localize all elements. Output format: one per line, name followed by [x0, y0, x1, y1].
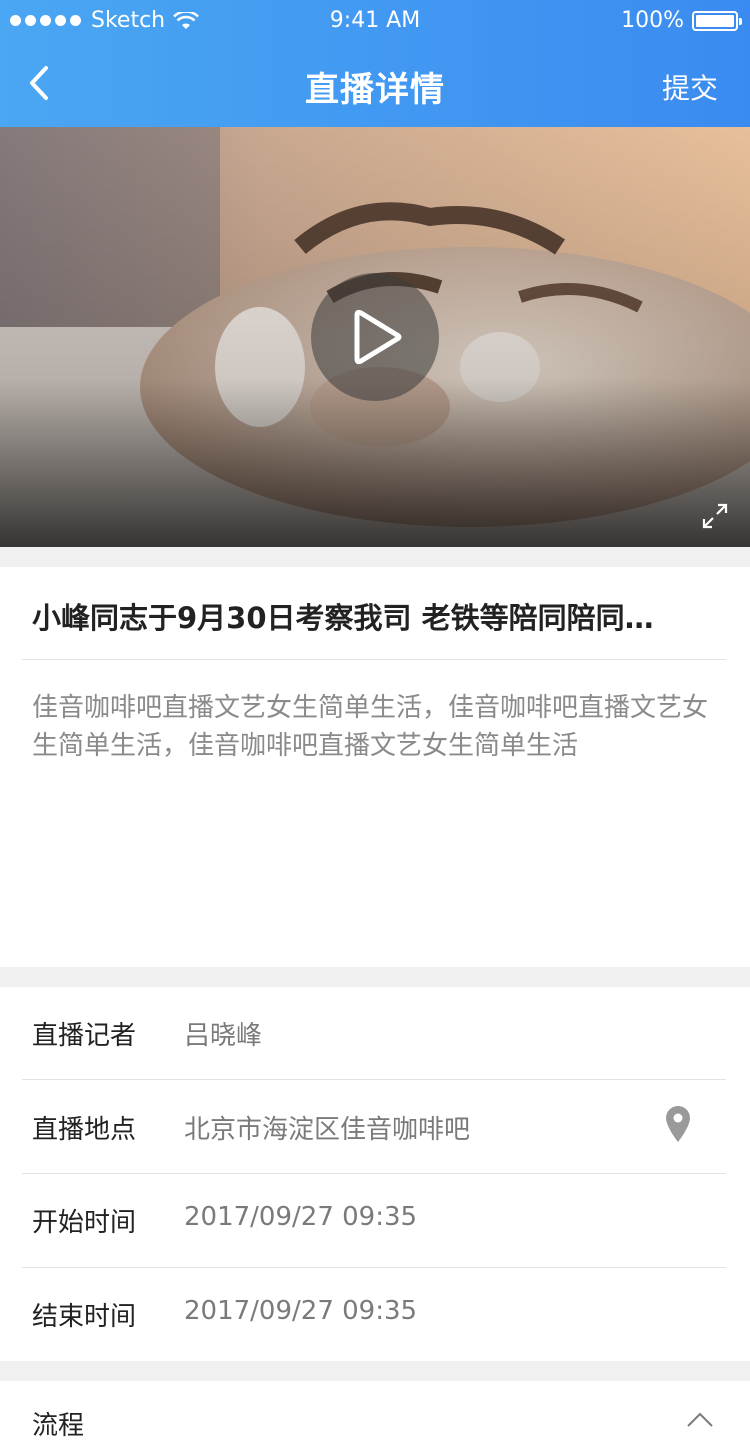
location-value: 北京市海淀区佳音咖啡吧 [184, 1115, 471, 1145]
process-label: 流程 [32, 1411, 85, 1441]
location-label: 直播地点 [32, 1115, 137, 1145]
reporter-value: 吕晓峰 [184, 1021, 263, 1051]
status-bar: Sketch 9:41 AM 100% [0, 0, 750, 40]
end-time-label: 结束时间 [32, 1302, 137, 1332]
header: Sketch 9:41 AM 100% 直播详情 提交 [0, 0, 750, 127]
start-time-label: 开始时间 [32, 1208, 137, 1238]
process-section[interactable]: 流程 [0, 1381, 750, 1446]
status-right: 100% [621, 8, 742, 33]
chevron-up-icon[interactable] [686, 1411, 714, 1429]
divider [22, 1079, 726, 1080]
play-icon [354, 309, 402, 365]
end-time-value: 2017/09/27 09:35 [184, 1296, 418, 1326]
live-description: 佳音咖啡吧直播文艺女生简单生活，佳音咖啡吧直播文艺女生简单生活，佳音咖啡吧直播文… [32, 693, 709, 761]
live-summary-card: 小峰同志于9月30日考察我司 老铁等陪同陪同… 佳音咖啡吧直播文艺女生简单生活，… [0, 567, 750, 967]
page-title: 直播详情 [305, 70, 445, 110]
nav-bar: 直播详情 提交 [0, 40, 750, 127]
submit-button[interactable]: 提交 [662, 67, 718, 107]
info-row-start-time: 开始时间 2017/09/27 09:35 [0, 1174, 750, 1267]
location-pin-icon[interactable] [664, 1105, 692, 1143]
expand-icon[interactable] [700, 501, 730, 531]
play-button[interactable] [311, 273, 439, 401]
reporter-label: 直播记者 [32, 1021, 137, 1051]
info-row-location[interactable]: 直播地点 北京市海淀区佳音咖啡吧 [0, 1081, 750, 1174]
info-row-reporter: 直播记者 吕晓峰 [0, 987, 750, 1080]
start-time-value: 2017/09/27 09:35 [184, 1202, 418, 1232]
info-row-end-time: 结束时间 2017/09/27 09:35 [0, 1268, 750, 1361]
battery-icon [692, 10, 742, 31]
live-info-card: 直播记者 吕晓峰 直播地点 北京市海淀区佳音咖啡吧 开始时间 2017/09/2… [0, 987, 750, 1361]
live-title: 小峰同志于9月30日考察我司 老铁等陪同陪同… [32, 601, 654, 635]
divider [22, 659, 726, 660]
video-player[interactable] [0, 127, 750, 547]
battery-percent: 100% [621, 8, 684, 33]
